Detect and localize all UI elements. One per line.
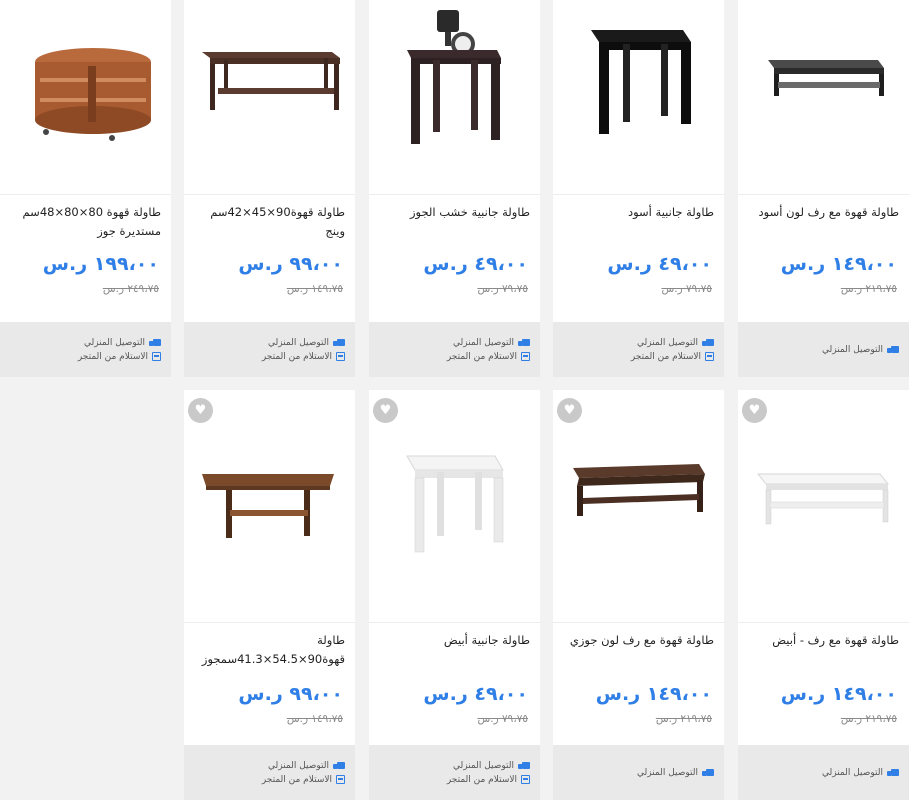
- store-icon: [521, 352, 530, 361]
- product-price: ٤٩،٠٠ ر.س: [423, 253, 528, 275]
- store-pickup-label: الاستلام من المتجر: [630, 351, 701, 362]
- delivery-options: التوصيل المنزلي الاستلام من المتجر: [369, 322, 540, 377]
- product-image[interactable]: [738, 0, 909, 195]
- product-old-price: ٢١٩،٧٥ ر.س: [840, 283, 897, 295]
- store-icon: [336, 775, 345, 784]
- product-price: ٩٩،٠٠ ر.س: [238, 683, 343, 705]
- product-price: ١٤٩،٠٠ ر.س: [780, 253, 897, 275]
- product-old-price: ٧٩،٧٥ ر.س: [661, 283, 712, 295]
- truck-icon: [333, 338, 345, 347]
- delivery-options: التوصيل المنزلي: [738, 745, 909, 800]
- delivery-options: التوصيل المنزلي الاستلام من المتجر: [369, 745, 540, 800]
- product-image[interactable]: ♥: [184, 390, 355, 623]
- truck-icon: [333, 761, 345, 770]
- product-card[interactable]: طاولة قهوة 80×80×48سم مستديرة جوز ١٩٩،٠٠…: [0, 0, 171, 377]
- truck-icon: [149, 338, 161, 347]
- product-card[interactable]: ♥ طاولة جانبية أبيض ٤٩،٠٠ ر.س ٧٩،٧٥ ر.س …: [369, 390, 540, 800]
- delivery-options: التوصيل المنزلي الاستلام من المتجر: [184, 322, 355, 377]
- product-title[interactable]: طاولة قهوة مع رف - أبيض: [738, 623, 909, 679]
- truck-icon: [887, 345, 899, 354]
- product-title[interactable]: طاولة قهوة90×54.5×41.3سمجوز: [184, 623, 355, 679]
- product-price: ١٩٩،٠٠ ر.س: [42, 253, 159, 275]
- product-card[interactable]: طاولة قهوة90×45×42سم وينج ٩٩،٠٠ ر.س ١٤٩،…: [184, 0, 355, 377]
- product-title[interactable]: طاولة جانبية أبيض: [369, 623, 540, 679]
- product-card[interactable]: ♥ طاولة قهوة مع رف لون جوزي ١٤٩،٠٠ ر.س ٢…: [553, 390, 724, 800]
- product-title[interactable]: طاولة قهوة مع رف لون جوزي: [553, 623, 724, 679]
- store-pickup-label: الاستلام من المتجر: [261, 351, 332, 362]
- home-delivery-label: التوصيل المنزلي: [636, 767, 698, 778]
- truck-icon: [518, 761, 530, 770]
- store-pickup-label: الاستلام من المتجر: [446, 774, 517, 785]
- product-card[interactable]: طاولة جانبية أسود ٤٩،٠٠ ر.س ٧٩،٧٥ ر.س ال…: [553, 0, 724, 377]
- product-price: ٩٩،٠٠ ر.س: [238, 253, 343, 275]
- product-card[interactable]: طاولة جانبية خشب الجوز ٤٩،٠٠ ر.س ٧٩،٧٥ ر…: [369, 0, 540, 377]
- store-pickup-label: الاستلام من المتجر: [261, 774, 332, 785]
- product-old-price: ٢١٩،٧٥ ر.س: [655, 713, 712, 725]
- heart-icon[interactable]: ♥: [188, 398, 213, 423]
- product-image[interactable]: [553, 0, 724, 195]
- home-delivery-label: التوصيل المنزلي: [821, 344, 883, 355]
- product-card[interactable]: ♥ طاولة قهوة90×54.5×41.3سمجوز ٩٩،٠٠ ر.س …: [184, 390, 355, 800]
- delivery-options: التوصيل المنزلي الاستلام من المتجر: [553, 322, 724, 377]
- product-title[interactable]: طاولة قهوة مع رف لون أسود: [738, 195, 909, 249]
- product-old-price: ١٤٩،٧٥ ر.س: [286, 283, 343, 295]
- product-image[interactable]: [184, 0, 355, 195]
- product-title[interactable]: طاولة جانبية أسود: [553, 195, 724, 249]
- truck-icon: [518, 338, 530, 347]
- store-icon: [336, 352, 345, 361]
- delivery-options: التوصيل المنزلي الاستلام من المتجر: [184, 745, 355, 800]
- product-price: ٤٩،٠٠ ر.س: [607, 253, 712, 275]
- product-price: ١٤٩،٠٠ ر.س: [595, 683, 712, 705]
- product-card[interactable]: ♥ طاولة قهوة مع رف - أبيض ١٤٩،٠٠ ر.س ٢١٩…: [738, 390, 909, 800]
- product-title[interactable]: طاولة قهوة90×45×42سم وينج: [184, 195, 355, 249]
- product-image[interactable]: [369, 0, 540, 195]
- store-icon: [521, 775, 530, 784]
- heart-icon[interactable]: ♥: [742, 398, 767, 423]
- store-pickup-label: الاستلام من المتجر: [446, 351, 517, 362]
- product-price: ١٤٩،٠٠ ر.س: [780, 683, 897, 705]
- home-delivery-label: التوصيل المنزلي: [267, 760, 329, 771]
- truck-icon: [702, 338, 714, 347]
- product-old-price: ٢١٩،٧٥ ر.س: [840, 713, 897, 725]
- product-image[interactable]: ♥: [738, 390, 909, 623]
- home-delivery-label: التوصيل المنزلي: [452, 337, 514, 348]
- truck-icon: [887, 768, 899, 777]
- delivery-options: التوصيل المنزلي الاستلام من المتجر: [0, 322, 171, 377]
- home-delivery-label: التوصيل المنزلي: [452, 760, 514, 771]
- product-old-price: ٢٤٩،٧٥ ر.س: [102, 283, 159, 295]
- product-title[interactable]: طاولة قهوة 80×80×48سم مستديرة جوز: [0, 195, 171, 249]
- product-card[interactable]: طاولة قهوة مع رف لون أسود ١٤٩،٠٠ ر.س ٢١٩…: [738, 0, 909, 377]
- store-icon: [705, 352, 714, 361]
- store-pickup-label: الاستلام من المتجر: [77, 351, 148, 362]
- delivery-options: التوصيل المنزلي: [738, 322, 909, 377]
- product-image[interactable]: [0, 0, 171, 195]
- home-delivery-label: التوصيل المنزلي: [267, 337, 329, 348]
- store-icon: [152, 352, 161, 361]
- product-old-price: ١٤٩،٧٥ ر.س: [286, 713, 343, 725]
- home-delivery-label: التوصيل المنزلي: [821, 767, 883, 778]
- product-image[interactable]: ♥: [553, 390, 724, 623]
- home-delivery-label: التوصيل المنزلي: [83, 337, 145, 348]
- delivery-options: التوصيل المنزلي: [553, 745, 724, 800]
- heart-icon[interactable]: ♥: [557, 398, 582, 423]
- product-title[interactable]: طاولة جانبية خشب الجوز: [369, 195, 540, 249]
- home-delivery-label: التوصيل المنزلي: [636, 337, 698, 348]
- truck-icon: [702, 768, 714, 777]
- product-old-price: ٧٩،٧٥ ر.س: [477, 283, 528, 295]
- product-old-price: ٧٩،٧٥ ر.س: [477, 713, 528, 725]
- product-price: ٤٩،٠٠ ر.س: [423, 683, 528, 705]
- heart-icon[interactable]: ♥: [373, 398, 398, 423]
- product-image[interactable]: ♥: [369, 390, 540, 623]
